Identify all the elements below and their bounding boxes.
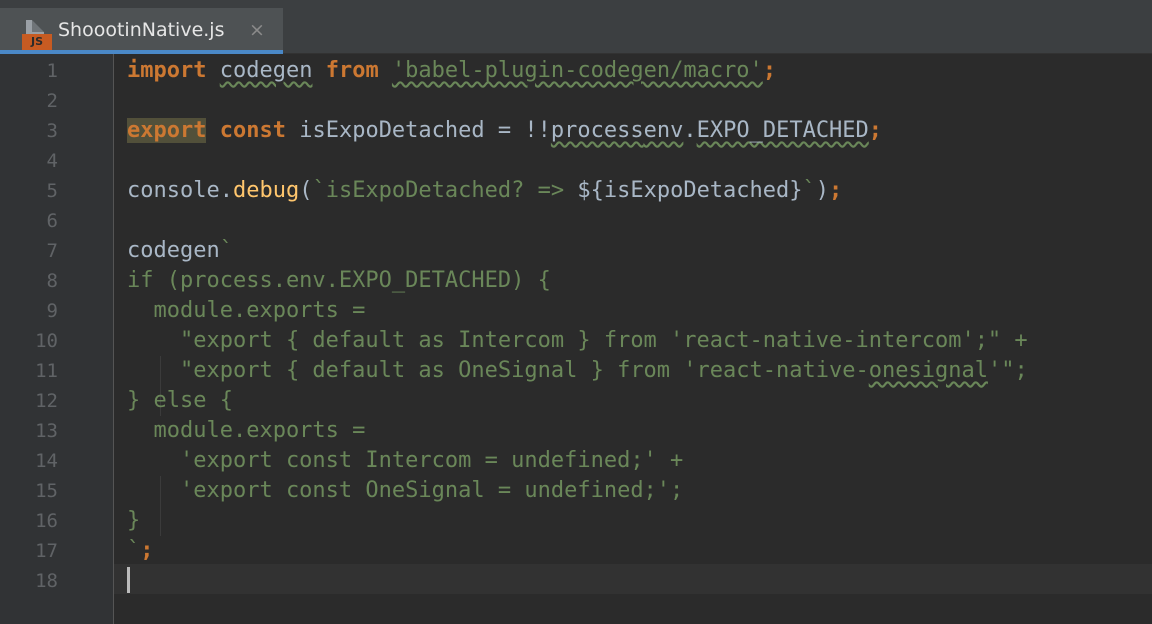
code-line-16: } bbox=[127, 508, 141, 533]
line-number: 18 bbox=[35, 570, 58, 592]
line-number: 3 bbox=[46, 120, 58, 142]
line-number: 14 bbox=[35, 450, 58, 472]
code-line-3: export const isExpoDetached = !!processe… bbox=[127, 118, 883, 143]
code-line-8: if (process.env.EXPO_DETACHED) { bbox=[127, 268, 551, 293]
code-line-17: `; bbox=[127, 538, 154, 563]
code-line-9: module.exports = bbox=[127, 298, 366, 323]
line-number: 6 bbox=[46, 210, 58, 232]
text-caret bbox=[127, 567, 130, 593]
line-number: 8 bbox=[46, 270, 58, 292]
line-number: 17 bbox=[35, 540, 58, 562]
code-line-1: import codegen from 'babel-plugin-codege… bbox=[127, 58, 777, 83]
line-number: 12 bbox=[35, 390, 58, 412]
code-line-15: 'export const OneSignal = undefined;'; bbox=[127, 478, 684, 503]
code-line-14: 'export const Intercom = undefined;' + bbox=[127, 448, 684, 473]
editor-tab[interactable]: JS ShoootinNative.js × bbox=[0, 8, 283, 54]
tab-bar: JS ShoootinNative.js × bbox=[0, 0, 1152, 54]
code-editor[interactable]: import codegen from 'babel-plugin-codege… bbox=[114, 54, 1152, 624]
line-number: 15 bbox=[35, 480, 58, 502]
line-number: 13 bbox=[35, 420, 58, 442]
line-number: 4 bbox=[46, 150, 58, 172]
code-line-5: console.debug(`isExpoDetached? => ${isEx… bbox=[127, 178, 843, 203]
code-line-12: } else { bbox=[127, 388, 233, 413]
line-number-gutter: 1 2 3 4 5 6 7 8 9 10 11 12 13 14 15 16 1… bbox=[0, 54, 114, 624]
close-icon[interactable]: × bbox=[249, 18, 265, 42]
line-number: 5 bbox=[46, 180, 58, 202]
tab-title: ShoootinNative.js bbox=[58, 19, 225, 41]
current-line-highlight bbox=[114, 564, 1152, 594]
line-number: 16 bbox=[35, 510, 58, 532]
code-line-7: codegen` bbox=[127, 238, 233, 263]
line-number: 10 bbox=[35, 330, 58, 352]
code-line-10: "export { default as Intercom } from 're… bbox=[127, 328, 1028, 353]
line-number: 9 bbox=[46, 300, 58, 322]
code-line-11: "export { default as OneSignal } from 'r… bbox=[127, 358, 1028, 383]
code-line-13: module.exports = bbox=[127, 418, 366, 443]
line-number: 11 bbox=[35, 360, 58, 382]
line-number: 1 bbox=[46, 60, 58, 82]
line-number: 7 bbox=[46, 240, 58, 262]
line-number: 2 bbox=[46, 90, 58, 112]
javascript-file-icon: JS bbox=[22, 20, 52, 52]
